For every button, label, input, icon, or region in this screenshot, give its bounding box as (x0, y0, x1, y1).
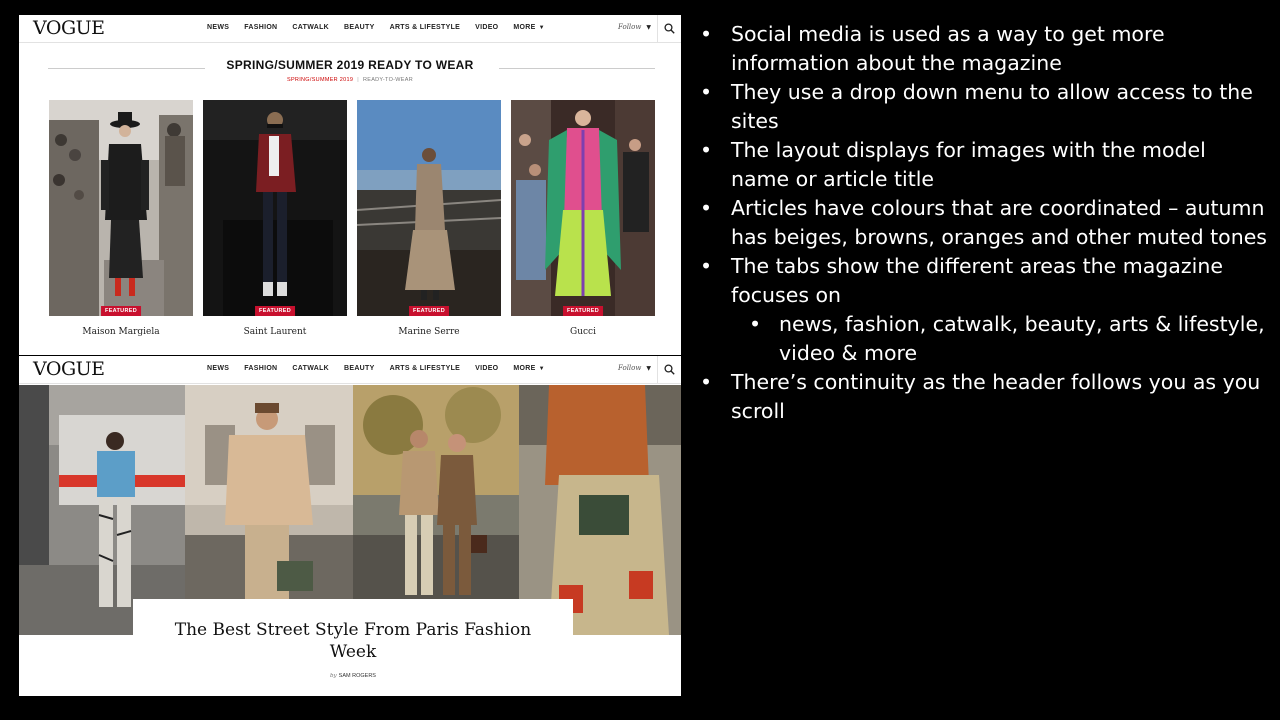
search-button[interactable] (657, 356, 681, 384)
chevron-down-icon: ▼ (538, 366, 545, 372)
runway-photo (49, 100, 193, 316)
nav-catwalk[interactable]: CATWALK (292, 24, 329, 31)
vogue-article-screenshot: VOGUE NEWS FASHION CATWALK BEAUTY ARTS &… (19, 356, 681, 696)
nav-beauty[interactable]: BEAUTY (344, 365, 375, 372)
nav-more[interactable]: MORE ▼ (513, 365, 544, 372)
search-icon (664, 23, 675, 34)
nav-beauty[interactable]: BEAUTY (344, 24, 375, 31)
nav-arts-lifestyle[interactable]: ARTS & LIFESTYLE (390, 24, 461, 31)
collection-card-marine-serre[interactable]: FEATURED (357, 100, 501, 316)
street-style-photo (519, 385, 681, 635)
follow-dropdown[interactable]: Follow ▼ (618, 23, 651, 31)
nav-video[interactable]: VIDEO (475, 24, 498, 31)
vogue-logo[interactable]: VOGUE (33, 358, 105, 380)
breadcrumb-season[interactable]: SPRING/SUMMER 2019 (287, 77, 353, 83)
card-title[interactable]: Marine Serre (357, 327, 501, 337)
street-style-photo (19, 385, 185, 635)
collection-title: SPRING/SUMMER 2019 READY TO WEAR (226, 58, 474, 72)
nav-fashion[interactable]: FASHION (244, 365, 277, 372)
follow-label: Follow (618, 364, 642, 372)
main-nav: NEWS FASHION CATWALK BEAUTY ARTS & LIFES… (207, 24, 545, 31)
street-style-photo (185, 385, 353, 635)
search-icon (664, 364, 675, 375)
byline-prefix: by (330, 673, 337, 679)
note-bullet: There’s continuity as the header follows… (700, 368, 1270, 426)
breadcrumb: SPRING/SUMMER 2019 | READY-TO-WEAR (286, 77, 413, 83)
analysis-notes: Social media is used as a way to get mor… (700, 20, 1270, 426)
vogue-collection-screenshot: VOGUE NEWS FASHION CATWALK BEAUTY ARTS &… (19, 15, 681, 355)
collection-card-gucci[interactable]: FEATURED (511, 100, 655, 316)
card-title[interactable]: Maison Margiela (49, 327, 193, 337)
runway-photo (357, 100, 501, 316)
site-header: VOGUE NEWS FASHION CATWALK BEAUTY ARTS &… (19, 356, 681, 384)
featured-badge: FEATURED (409, 306, 449, 316)
article-title[interactable]: The Best Street Style From Paris Fashion… (133, 619, 573, 663)
nav-more[interactable]: MORE ▼ (513, 24, 544, 31)
nav-fashion[interactable]: FASHION (244, 24, 277, 31)
author-name[interactable]: SAM ROGERS (339, 673, 376, 679)
chevron-down-icon: ▼ (646, 365, 651, 372)
vogue-logo[interactable]: VOGUE (33, 17, 105, 39)
card-title[interactable]: Gucci (511, 327, 655, 337)
article-title-card[interactable]: The Best Street Style From Paris Fashion… (133, 599, 573, 696)
note-bullet: Articles have colours that are coordinat… (700, 194, 1270, 252)
runway-photo (511, 100, 655, 316)
collection-card-saint-laurent[interactable]: FEATURED (203, 100, 347, 316)
nav-more-label: MORE (513, 24, 536, 31)
card-title[interactable]: Saint Laurent (203, 327, 347, 337)
article-byline: by SAM ROGERS (133, 673, 573, 679)
main-nav: NEWS FASHION CATWALK BEAUTY ARTS & LIFES… (207, 365, 545, 372)
note-bullet: The layout displays for images with the … (700, 136, 1270, 194)
chevron-down-icon: ▼ (538, 25, 545, 31)
featured-badge: FEATURED (255, 306, 295, 316)
note-bullet: Social media is used as a way to get mor… (700, 20, 1270, 78)
search-button[interactable] (657, 15, 681, 43)
chevron-down-icon: ▼ (646, 24, 651, 31)
follow-label: Follow (618, 23, 642, 31)
nav-arts-lifestyle[interactable]: ARTS & LIFESTYLE (390, 365, 461, 372)
breadcrumb-category[interactable]: READY-TO-WEAR (363, 77, 413, 83)
nav-news[interactable]: NEWS (207, 24, 229, 31)
follow-dropdown[interactable]: Follow ▼ (618, 364, 651, 372)
featured-badge: FEATURED (101, 306, 141, 316)
collection-card-maison-margiela[interactable]: FEATURED (49, 100, 193, 316)
nav-news[interactable]: NEWS (207, 365, 229, 372)
note-bullet: The tabs show the different areas the ma… (700, 252, 1270, 310)
nav-catwalk[interactable]: CATWALK (292, 365, 329, 372)
note-sub-bullet: news, fashion, catwalk, beauty, arts & l… (700, 310, 1270, 368)
nav-video[interactable]: VIDEO (475, 365, 498, 372)
site-header: VOGUE NEWS FASHION CATWALK BEAUTY ARTS &… (19, 15, 681, 43)
runway-photo (203, 100, 347, 316)
featured-badge: FEATURED (563, 306, 603, 316)
note-bullet: They use a drop down menu to allow acces… (700, 78, 1270, 136)
nav-more-label: MORE (513, 365, 536, 372)
street-style-photo (353, 385, 519, 635)
